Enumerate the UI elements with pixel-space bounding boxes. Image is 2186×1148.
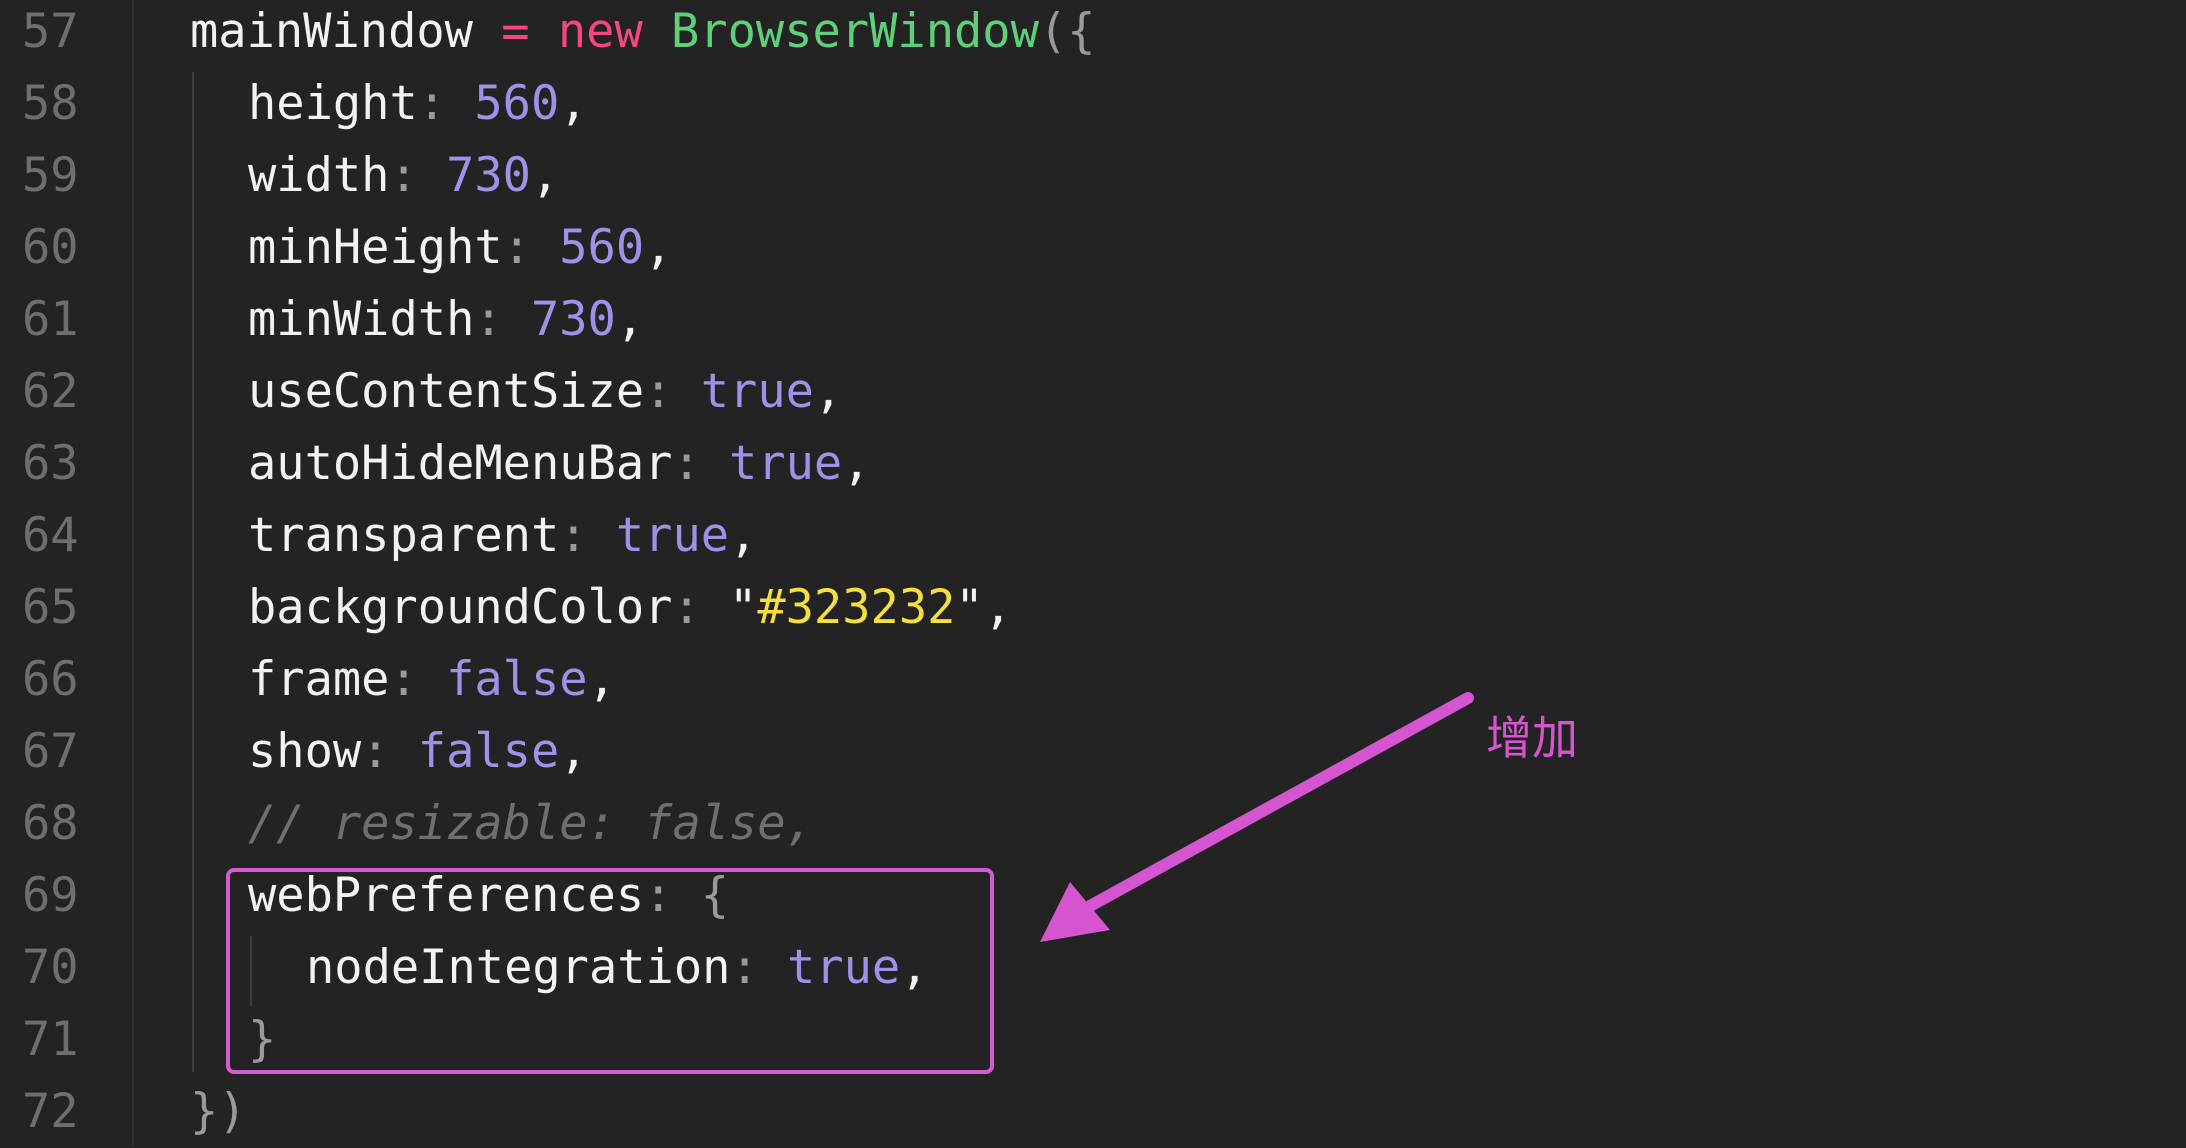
code-token: , [983,580,1013,635]
code-line[interactable]: 64 transparent: true, [0,500,2186,572]
code-token: 560 [474,76,560,131]
code-token: : [672,580,730,635]
code-line[interactable]: 59 width: 730, [0,140,2186,212]
code-text: minWidth: 730, [248,284,644,356]
code-line[interactable]: 62 useContentSize: true, [0,356,2186,428]
line-number: 72 [22,1084,79,1139]
line-number: 68 [22,796,79,851]
line-number: 67 [22,724,79,779]
line-number: 65 [22,580,79,635]
line-number: 69 [22,868,79,923]
code-token: #323232 [757,580,956,635]
code-token: , [530,148,560,203]
code-token: , [842,436,871,491]
code-token: width [248,148,390,203]
line-number: 62 [22,364,79,419]
code-token: , [615,292,645,347]
code-token: , [813,364,843,419]
code-token: , [559,724,588,779]
code-text: // resizable: false, [248,788,814,860]
code-line[interactable]: 72}) [0,1076,2186,1148]
code-token: : [502,220,560,275]
code-token: height [248,76,418,131]
code-token: BrowserWindow [671,4,1039,59]
code-text: frame: false, [248,644,616,716]
line-number: 61 [22,292,79,347]
line-number: 70 [22,940,79,995]
code-token: true [700,364,814,419]
code-text: autoHideMenuBar: true, [248,428,871,500]
code-token: transparent [248,508,560,563]
code-token: : [389,652,447,707]
code-line[interactable]: 63 autoHideMenuBar: true, [0,428,2186,500]
line-number: 66 [22,652,79,707]
code-token: : [644,364,701,419]
annotation-label: 增加 [1486,711,1578,765]
code-token: 560 [559,220,645,275]
code-token: new [557,4,643,59]
code-text: mainWindow = new BrowserWindow({ [190,0,1096,68]
code-token: 730 [530,292,616,347]
line-number: 57 [22,4,79,59]
code-token: " [729,580,758,635]
line-number: 58 [22,76,79,131]
code-token: minWidth [248,292,475,347]
code-text: width: 730, [248,140,559,212]
code-token: = [501,4,530,59]
code-text: }) [190,1076,247,1148]
code-text: backgroundColor: "#323232", [248,572,1012,644]
line-number: 59 [22,148,79,203]
code-token: autoHideMenuBar [248,436,673,491]
code-token: frame [248,652,390,707]
code-token: , [559,76,588,131]
code-token: true [615,508,730,563]
code-token: show [248,724,362,779]
code-editor[interactable]: 57 mainWindow = new BrowserWindow({ 58 heig… [0,0,2186,1146]
code-token: : [559,508,616,563]
code-token: // resizable: false, [248,796,814,851]
code-text: useContentSize: true, [248,356,842,428]
line-number: 63 [22,436,79,491]
line-number: 64 [22,508,79,563]
code-line[interactable]: 60 minHeight: 560, [0,212,2186,284]
code-token: , [729,508,758,563]
code-line[interactable]: 61 minWidth: 730, [0,284,2186,356]
code-text: minHeight: 560, [248,212,672,284]
code-token: , [644,220,673,275]
code-line[interactable]: 58 height: 560, [0,68,2186,140]
code-token: ({ [1038,4,1096,59]
code-token: true [729,436,843,491]
code-token: mainWindow [190,4,502,59]
highlight-box [226,868,994,1074]
code-token: : [417,76,475,131]
line-number: 71 [22,1012,79,1067]
code-line[interactable]: 67 show: false, [0,716,2186,788]
code-text: transparent: true, [248,500,757,572]
code-token: 730 [446,148,531,203]
code-token: minHeight [248,220,503,275]
code-line[interactable]: 65 backgroundColor: "#323232", [0,572,2186,644]
code-line[interactable]: 57 mainWindow = new BrowserWindow({ [0,0,2186,68]
code-token: false [446,652,588,707]
line-number: 60 [22,220,79,275]
code-token: : [389,148,447,203]
code-token: useContentSize [248,364,645,419]
code-token: backgroundColor [248,580,673,635]
code-text: height: 560, [248,68,588,140]
code-token: }) [190,1084,247,1139]
code-token: " [955,580,984,635]
code-text: show: false, [248,716,588,788]
code-line[interactable]: 68 // resizable: false, [0,788,2186,860]
code-token: : [672,436,730,491]
code-token: : [474,292,531,347]
code-line[interactable]: 66 frame: false, [0,644,2186,716]
code-token: : [361,724,418,779]
code-token: false [417,724,560,779]
code-token: , [587,652,616,707]
